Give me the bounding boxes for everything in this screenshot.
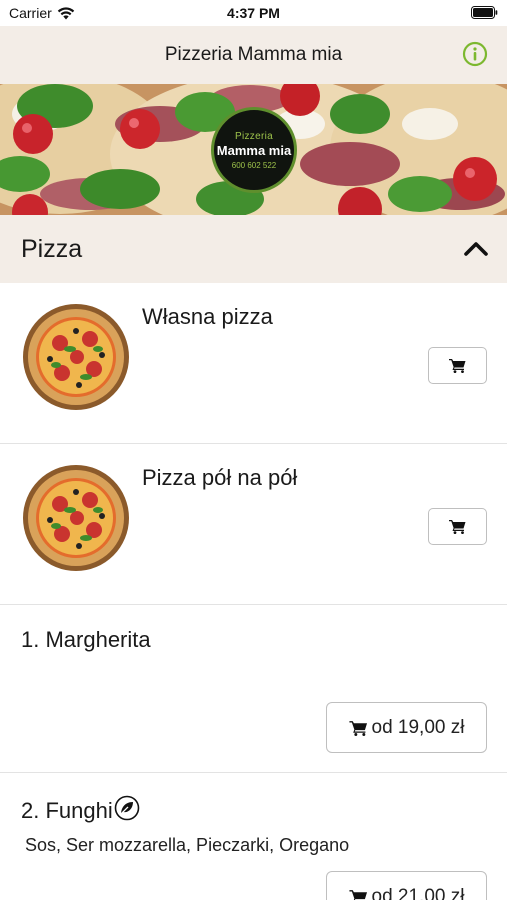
status-bar: Carrier 4:37 PM — [0, 0, 507, 26]
restaurant-logo: Pizzeria Mamma mia 600 602 522 — [211, 107, 297, 193]
logo-line-2: Mamma mia — [216, 142, 292, 158]
cart-icon — [348, 889, 367, 900]
menu-item[interactable]: 2. Funghi Sos, Ser mozzarella, Pieczarki… — [0, 773, 507, 900]
vegetarian-leaf-icon — [114, 795, 140, 821]
menu-item[interactable]: 1. Margherita od 19,00 zł — [0, 605, 507, 773]
menu-item-name-row: 2. Funghi — [21, 795, 140, 824]
category-title: Pizza — [21, 235, 83, 263]
cart-icon — [348, 720, 367, 736]
logo-line-1: Pizzeria — [235, 130, 273, 142]
pizza-thumbnail — [23, 304, 129, 410]
cart-icon — [449, 359, 466, 373]
category-header-pizza[interactable]: Pizza — [0, 215, 507, 283]
add-to-cart-button[interactable] — [428, 347, 487, 384]
menu-item-name: 1. Margherita — [21, 627, 151, 652]
menu-item-name: Pizza pół na pół — [142, 465, 298, 490]
menu-item-name: Własna pizza — [142, 304, 273, 329]
cart-icon — [449, 520, 466, 534]
chevron-up-icon[interactable] — [463, 237, 489, 261]
price-label: od 21,00 zł — [371, 885, 465, 900]
page-title: Pizzeria Mamma mia — [164, 44, 343, 65]
logo-phone: 600 602 522 — [231, 160, 277, 170]
menu-item[interactable]: Własna pizza — [0, 283, 507, 444]
hero-banner: Pizzeria Mamma mia 600 602 522 — [0, 84, 507, 215]
add-to-cart-button[interactable] — [428, 508, 487, 545]
menu-item[interactable]: Pizza pół na pół — [0, 444, 507, 605]
add-to-cart-price-button[interactable]: od 19,00 zł — [326, 702, 487, 753]
menu-item-name: 2. Funghi — [21, 798, 113, 823]
pizza-thumbnail — [23, 465, 129, 571]
add-to-cart-price-button[interactable]: od 21,00 zł — [326, 871, 487, 900]
navigation-bar: Pizzeria Mamma mia — [0, 26, 507, 84]
menu-item-description: Sos, Ser mozzarella, Pieczarki, Oregano — [25, 835, 350, 855]
price-label: od 19,00 zł — [371, 716, 465, 738]
battery-icon — [471, 6, 498, 19]
clock: 4:37 PM — [227, 5, 280, 21]
info-circle-icon[interactable] — [462, 41, 488, 67]
